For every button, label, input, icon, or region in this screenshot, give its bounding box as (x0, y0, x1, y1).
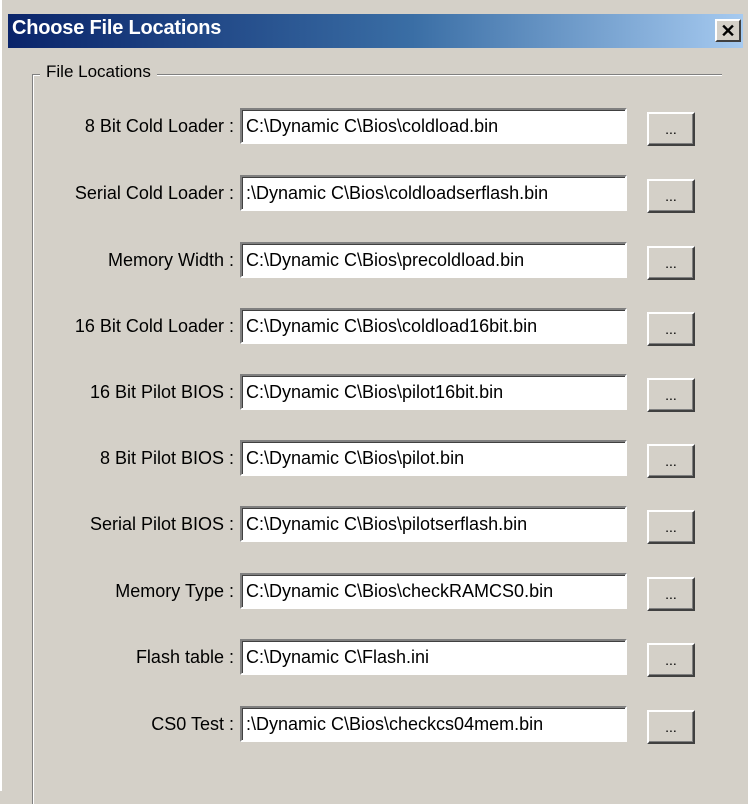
row-16bit-pilot-bios: 16 Bit Pilot BIOS : ... (2, 374, 748, 412)
group-label: File Locations (40, 62, 157, 82)
path-input-cs0-test[interactable] (240, 706, 627, 742)
row-8bit-pilot-bios: 8 Bit Pilot BIOS : ... (2, 440, 748, 478)
field-label: Serial Pilot BIOS : (89, 514, 234, 534)
field-label: Memory Type : (115, 581, 234, 601)
row-memory-type: Memory Type : ... (2, 573, 748, 611)
browse-button-serial-cold-loader[interactable]: ... (647, 179, 695, 213)
path-input-8bit-cold-loader[interactable] (240, 108, 627, 144)
field-label: 8 Bit Pilot BIOS : (99, 448, 234, 468)
browse-button-memory-type[interactable]: ... (647, 577, 695, 611)
row-serial-cold-loader: Serial Cold Loader : ... (2, 175, 748, 213)
title-bar[interactable]: Choose File Locations ✕ (8, 14, 743, 48)
browse-button-8bit-cold-loader[interactable]: ... (647, 112, 695, 146)
window-title: Choose File Locations (12, 17, 222, 39)
path-input-16bit-pilot-bios[interactable] (240, 374, 627, 410)
dialog-window: Choose File Locations ✕ File Locations 8… (0, 0, 748, 804)
field-label: Memory Width : (107, 250, 234, 270)
browse-button-memory-width[interactable]: ... (647, 246, 695, 280)
close-button[interactable]: ✕ (715, 19, 741, 42)
path-input-serial-cold-loader[interactable] (240, 175, 627, 211)
path-input-flash-table[interactable] (240, 639, 627, 675)
row-16bit-cold-loader: 16 Bit Cold Loader : ... (2, 308, 748, 346)
browse-button-16bit-pilot-bios[interactable]: ... (647, 378, 695, 412)
field-label: Flash table : (135, 647, 234, 667)
field-label: Serial Cold Loader : (74, 183, 234, 203)
row-flash-table: Flash table : ... (2, 639, 748, 677)
path-input-memory-type[interactable] (240, 573, 627, 609)
browse-button-8bit-pilot-bios[interactable]: ... (647, 444, 695, 478)
path-input-16bit-cold-loader[interactable] (240, 308, 627, 344)
browse-button-16bit-cold-loader[interactable]: ... (647, 312, 695, 346)
row-8bit-cold-loader: 8 Bit Cold Loader : ... (2, 108, 748, 146)
field-label: 8 Bit Cold Loader : (84, 116, 234, 136)
row-cs0-test: CS0 Test : ... (2, 706, 748, 744)
field-label: CS0 Test : (151, 714, 234, 734)
field-label: 16 Bit Pilot BIOS : (89, 382, 234, 402)
path-input-8bit-pilot-bios[interactable] (240, 440, 627, 476)
field-label: 16 Bit Cold Loader : (74, 316, 234, 336)
browse-button-cs0-test[interactable]: ... (647, 710, 695, 744)
browse-button-serial-pilot-bios[interactable]: ... (647, 510, 695, 544)
path-input-memory-width[interactable] (240, 242, 627, 278)
close-icon: ✕ (720, 20, 736, 41)
row-memory-width: Memory Width : ... (2, 242, 748, 280)
row-serial-pilot-bios: Serial Pilot BIOS : ... (2, 506, 748, 544)
path-input-serial-pilot-bios[interactable] (240, 506, 627, 542)
browse-button-flash-table[interactable]: ... (647, 643, 695, 677)
